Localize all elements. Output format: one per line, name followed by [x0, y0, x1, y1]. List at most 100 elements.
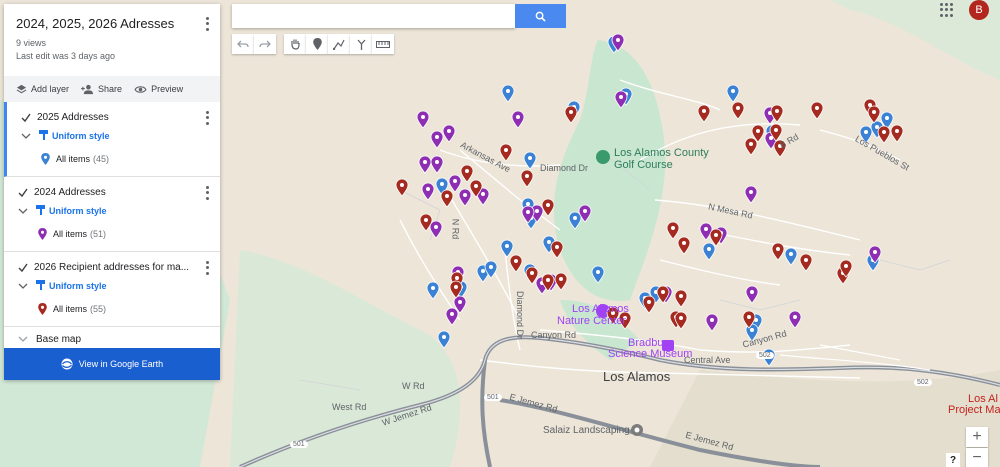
hwy-501-shield-2: 501 [290, 441, 308, 448]
red-map-pin[interactable] [697, 104, 711, 123]
purple-map-pin[interactable] [430, 130, 444, 149]
layer-items-row[interactable]: All items (45) [41, 153, 109, 165]
town-label: Los Alamos [603, 369, 671, 384]
blue-map-pin[interactable] [726, 84, 740, 103]
red-map-pin[interactable] [799, 253, 813, 272]
red-map-pin[interactable] [642, 295, 656, 314]
purple-map-pin[interactable] [430, 155, 444, 174]
share-label: Share [98, 84, 123, 94]
chevron-down-icon [18, 283, 28, 289]
golf-label-2: Golf Course [614, 159, 673, 171]
blue-map-pin[interactable] [702, 242, 716, 261]
red-map-pin[interactable] [541, 198, 555, 217]
pan-hand-button[interactable] [284, 34, 306, 54]
park-area [230, 250, 460, 467]
layer-options-icon[interactable] [202, 185, 212, 201]
purple-map-pin[interactable] [458, 188, 472, 207]
purple-map-pin[interactable] [421, 182, 435, 201]
blue-map-pin[interactable] [426, 281, 440, 300]
purple-map-pin[interactable] [448, 174, 462, 193]
earth-icon [61, 358, 73, 370]
layer-name[interactable]: 2024 Addresses [34, 187, 106, 198]
layer-options-icon[interactable] [202, 260, 212, 276]
search-button[interactable] [515, 4, 566, 28]
zoom-in-button[interactable]: + [966, 427, 988, 447]
redo-button[interactable] [254, 34, 276, 54]
account-avatar[interactable]: B [969, 0, 989, 20]
add-person-icon [81, 84, 94, 94]
layer-2026: 2026 Recipient addresses for ma... Unifo… [4, 252, 220, 327]
red-map-pin[interactable] [564, 105, 578, 124]
blue-map-pin[interactable] [501, 84, 515, 103]
preview-button[interactable]: Preview [134, 84, 183, 94]
west-rd-label: West Rd [332, 402, 367, 412]
red-map-pin[interactable] [744, 137, 758, 156]
purple-map-pin[interactable] [418, 155, 432, 174]
share-button[interactable]: Share [81, 84, 122, 95]
golf-poi-icon [596, 150, 610, 164]
eye-icon [134, 85, 147, 93]
purple-map-pin[interactable] [705, 313, 719, 332]
blue-map-pin[interactable] [784, 247, 798, 266]
layer-name[interactable]: 2026 Recipient addresses for ma... [34, 262, 189, 273]
purple-map-pin[interactable] [745, 285, 759, 304]
red-map-pin[interactable] [666, 221, 680, 240]
add-layer-label: Add layer [31, 84, 70, 94]
red-map-pin[interactable] [867, 105, 881, 124]
search-icon [535, 11, 546, 22]
red-map-pin[interactable] [440, 189, 454, 208]
layer-name[interactable]: 2025 Addresses [37, 112, 109, 123]
last-edit-text: Last edit was 3 days ago [16, 51, 116, 61]
purple-map-pin[interactable] [416, 110, 430, 129]
red-map-pin[interactable] [677, 236, 691, 255]
red-map-pin[interactable] [877, 125, 891, 144]
ruler-icon [376, 40, 390, 48]
check-icon [18, 263, 28, 272]
layer-style-label: Uniform style [52, 130, 110, 141]
undo-button[interactable] [232, 34, 254, 54]
map-title[interactable]: 2024, 2025, 2026 Adresses [16, 16, 208, 31]
layer-checkbox[interactable] [18, 263, 28, 273]
red-map-pin[interactable] [731, 101, 745, 120]
search-input[interactable] [232, 4, 515, 28]
red-map-pin[interactable] [520, 169, 534, 188]
purple-map-pin[interactable] [445, 307, 459, 326]
help-button[interactable]: ? [946, 453, 960, 467]
directions-button[interactable] [350, 34, 372, 54]
red-map-pin[interactable] [674, 289, 688, 308]
red-map-pin[interactable] [550, 240, 564, 259]
map-options-menu-icon[interactable] [202, 16, 212, 32]
purple-map-pin[interactable] [511, 110, 525, 129]
layer-options-icon[interactable] [202, 110, 212, 126]
red-map-pin[interactable] [460, 164, 474, 183]
red-map-pin[interactable] [554, 272, 568, 291]
red-pin-icon [38, 303, 47, 315]
layer-items-row[interactable]: All items (55) [38, 303, 106, 315]
layer-style-link[interactable]: Uniform style [18, 205, 107, 216]
layer-items-row[interactable]: All items (51) [38, 228, 106, 240]
layer-style-link[interactable]: Uniform style [21, 130, 110, 141]
purple-map-pin[interactable] [442, 124, 456, 143]
items-count: (55) [90, 304, 107, 314]
layer-style-link[interactable]: Uniform style [18, 280, 107, 291]
layer-checkbox[interactable] [21, 113, 31, 123]
purple-map-pin[interactable] [788, 310, 802, 329]
google-apps-icon[interactable] [940, 3, 954, 17]
layer-style-label: Uniform style [49, 280, 107, 291]
blue-map-pin[interactable] [500, 239, 514, 258]
red-map-pin[interactable] [499, 143, 513, 162]
red-map-pin[interactable] [771, 242, 785, 261]
view-in-google-earth-button[interactable]: View in Google Earth [4, 348, 220, 380]
red-map-pin[interactable] [890, 124, 904, 143]
purple-map-pin[interactable] [744, 185, 758, 204]
hand-icon [290, 39, 300, 50]
add-marker-button[interactable] [306, 34, 328, 54]
layers-panel: 2024, 2025, 2026 Adresses 9 views Last e… [4, 4, 220, 380]
zoom-out-button[interactable]: − [966, 448, 988, 467]
draw-line-button[interactable] [328, 34, 350, 54]
layer-checkbox[interactable] [18, 188, 28, 198]
add-layer-button[interactable]: Add layer [16, 84, 69, 95]
red-map-pin[interactable] [509, 254, 523, 273]
red-map-pin[interactable] [810, 101, 824, 120]
measure-button[interactable] [372, 34, 394, 54]
